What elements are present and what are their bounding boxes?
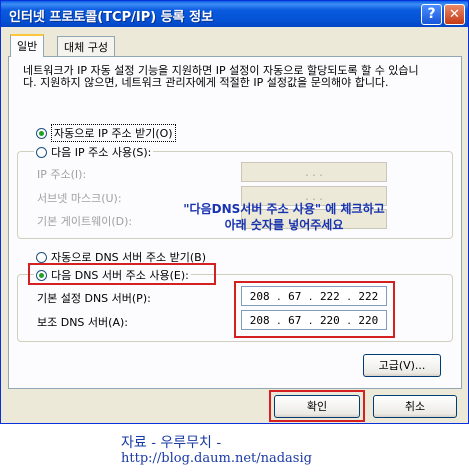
manual-ip-radio[interactable]: [36, 146, 47, 158]
auto-ip-label: 자동으로 IP 주소 받기(O): [51, 124, 176, 142]
help-icon: ?: [427, 6, 436, 22]
title-bar[interactable]: 인터넷 프로토콜(TCP/IP) 등록 정보 ? ✕: [1, 1, 468, 27]
help-button[interactable]: ?: [421, 4, 442, 25]
close-icon: ✕: [449, 7, 460, 22]
ip-address-label: IP 주소(I):: [37, 168, 87, 181]
preferred-dns-label: 기본 설정 DNS 서버(P):: [37, 292, 151, 305]
highlight-box-ok: [269, 390, 365, 422]
auto-ip-radio-row[interactable]: 자동으로 IP 주소 받기(O): [36, 124, 176, 142]
manual-ip-label: 다음 IP 주소 사용(S):: [51, 146, 152, 159]
alternate-dns-label: 보조 DNS 서버(A):: [37, 316, 128, 329]
caption-url-line: http://blog.daum.net/nadasig: [121, 451, 312, 466]
auto-dns-radio[interactable]: [36, 251, 47, 263]
default-gateway-label: 기본 게이트웨이(D):: [37, 215, 133, 228]
description-text: 네트워크가 IP 자동 설정 기능을 지원하면 IP 설정이 자동으로 할당되도…: [23, 64, 419, 89]
tab-general[interactable]: 일반: [10, 34, 45, 57]
advanced-button[interactable]: 고급(V)...: [363, 354, 441, 377]
source-caption: [0, 424, 469, 476]
tcpip-properties-dialog: 인터넷 프로토콜(TCP/IP) 등록 정보 ? ✕ 일반 대체 구성 네트워크…: [0, 0, 469, 424]
annotation-line-1: "다음DNS서버 주소 사용" 에 체크하고: [183, 202, 385, 216]
ip-address-value: . . .: [305, 165, 323, 179]
tab-alternate-config[interactable]: 대체 구성: [57, 36, 115, 56]
caption-source-line: 자료 - 우루무치 -: [121, 435, 222, 451]
window-title: 인터넷 프로토콜(TCP/IP) 등록 정보: [9, 10, 214, 25]
auto-ip-radio[interactable]: [36, 127, 47, 139]
ip-address-input[interactable]: . . .: [241, 162, 387, 182]
close-button[interactable]: ✕: [444, 4, 465, 25]
cancel-button[interactable]: 취소: [373, 395, 457, 418]
highlight-box-dns-radio: [28, 263, 216, 285]
subnet-mask-label: 서브넷 마스크(U):: [37, 192, 122, 205]
highlight-box-dns-values: [234, 281, 395, 338]
manual-ip-radio-row[interactable]: 다음 IP 주소 사용(S):: [34, 144, 154, 160]
instruction-annotation: "다음DNS서버 주소 사용" 에 체크하고 아래 숫자를 넣어주세요: [149, 201, 419, 233]
annotation-line-2: 아래 숫자를 넣어주세요: [224, 218, 344, 232]
